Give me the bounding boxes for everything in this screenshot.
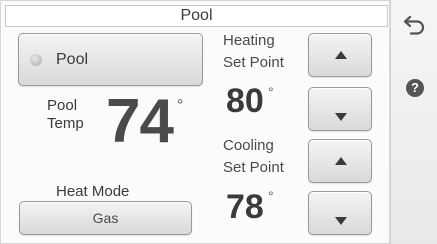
- cooling-setpoint-label-line1: Cooling: [223, 137, 274, 154]
- pool-temp-value: 74: [106, 87, 174, 156]
- pool-toggle-label: Pool: [56, 51, 89, 68]
- heating-increase-button[interactable]: [308, 33, 372, 77]
- pool-control-panel: Pool Pool Pool Temp 74 ° Heat Mode Gas H…: [0, 0, 390, 244]
- triangle-up-icon: [335, 51, 347, 59]
- help-icon[interactable]: ?: [406, 79, 424, 97]
- pool-toggle-button[interactable]: Pool: [18, 33, 203, 86]
- heating-setpoint-unit: °: [268, 84, 274, 100]
- triangle-down-icon: [335, 113, 347, 121]
- triangle-down-icon: [335, 217, 347, 225]
- cooling-decrease-button[interactable]: [308, 191, 372, 235]
- heating-setpoint-label: Heating Set Point: [223, 30, 303, 74]
- cooling-setpoint-label-line2: Set Point: [223, 159, 284, 176]
- cooling-setpoint-value: 78: [226, 188, 264, 226]
- pool-temp-unit: °: [177, 97, 184, 114]
- heating-setpoint-value: 80: [226, 82, 264, 120]
- page-title: Pool: [5, 5, 388, 27]
- pool-temp-label: Pool Temp: [47, 97, 84, 133]
- heating-setpoint-label-line2: Set Point: [223, 54, 284, 71]
- cooling-setpoint-unit: °: [268, 188, 274, 204]
- pool-status-indicator: [30, 54, 42, 66]
- heating-setpoint-label-line1: Heating: [223, 32, 275, 49]
- heat-mode-label: Heat Mode: [56, 183, 130, 200]
- cooling-increase-button[interactable]: [308, 139, 372, 183]
- heat-mode-button[interactable]: Gas: [19, 201, 192, 235]
- heat-mode-value: Gas: [92, 210, 119, 226]
- side-bar: ?: [390, 0, 437, 244]
- back-arrow-icon[interactable]: [401, 10, 429, 38]
- triangle-up-icon: [335, 157, 347, 165]
- heating-decrease-button[interactable]: [308, 87, 372, 131]
- pool-temp-label-line2: Temp: [47, 115, 84, 132]
- pool-temp-label-line1: Pool: [47, 97, 78, 114]
- cooling-setpoint-label: Cooling Set Point: [223, 135, 303, 179]
